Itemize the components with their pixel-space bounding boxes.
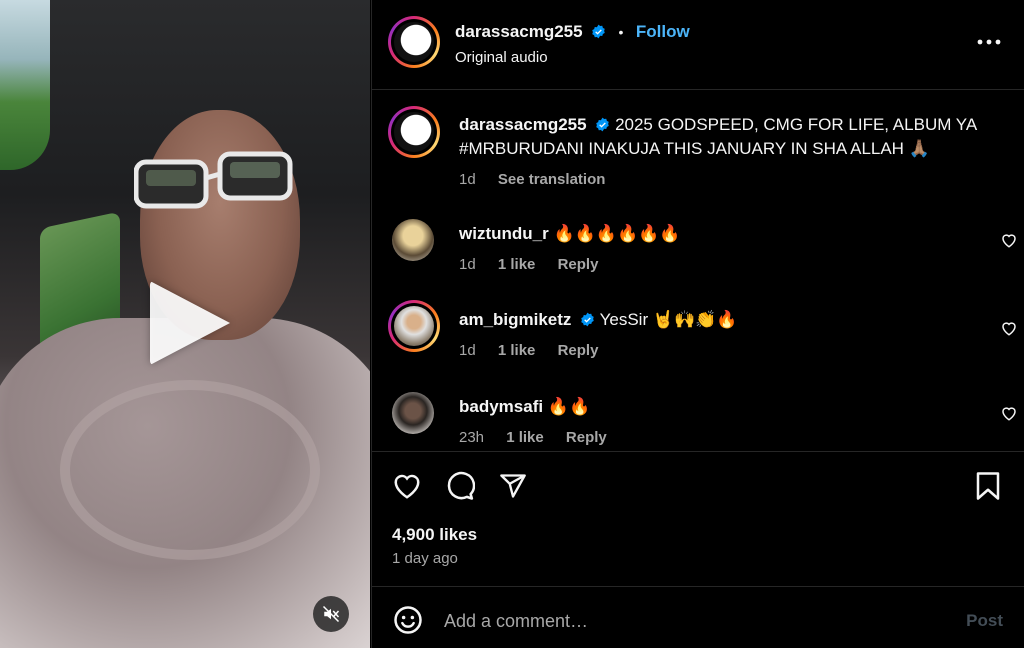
comment-time: 1d: [459, 342, 476, 359]
play-icon[interactable]: [150, 281, 230, 365]
heart-icon: [394, 474, 420, 499]
header-separator: •: [618, 24, 624, 40]
reply-button[interactable]: Reply: [558, 342, 599, 359]
likes-count[interactable]: 4,900 likes: [392, 525, 477, 545]
verified-badge-icon: [596, 117, 610, 132]
video-player[interactable]: [0, 0, 370, 648]
follow-button[interactable]: Follow: [636, 22, 690, 41]
comment-time: 1d: [459, 256, 476, 273]
caption-avatar[interactable]: [388, 106, 440, 158]
shirt-pattern: [60, 380, 320, 560]
reply-button[interactable]: Reply: [566, 429, 607, 446]
author-username[interactable]: darassacmg255: [455, 22, 583, 41]
comment-composer: Add a comment… Post: [372, 586, 1024, 648]
verified-badge-icon: [581, 312, 594, 327]
comment-avatar[interactable]: [392, 219, 434, 261]
verified-badge-icon: [592, 24, 605, 39]
caption-username[interactable]: darassacmg255: [459, 115, 587, 134]
sunglasses: [134, 151, 293, 209]
comment-time: 23h: [459, 429, 485, 446]
mute-icon: [322, 605, 340, 623]
comment-text: 🔥🔥: [547, 397, 591, 416]
comment-username[interactable]: badymsafi: [459, 397, 543, 416]
mute-button[interactable]: [313, 596, 349, 632]
share-button[interactable]: [496, 469, 530, 503]
more-horizontal-icon[interactable]: [977, 37, 1001, 47]
reply-button[interactable]: Reply: [558, 256, 599, 273]
save-button[interactable]: [971, 469, 1005, 503]
post-actions: 4,900 likes 1 day ago: [372, 451, 1024, 585]
comment-username[interactable]: wiztundu_r: [459, 224, 549, 243]
like-comment-heart-icon[interactable]: [1000, 319, 1018, 337]
comment-likes[interactable]: 1 like: [498, 256, 536, 273]
author-row: darassacmg255 • Follow: [455, 22, 690, 42]
see-translation-link[interactable]: See translation: [498, 171, 606, 188]
original-audio-link[interactable]: Original audio: [455, 49, 548, 66]
comment-likes[interactable]: 1 like: [498, 342, 536, 359]
comment-button[interactable]: [443, 469, 477, 503]
author-avatar[interactable]: [388, 16, 440, 68]
caption-time: 1d: [459, 171, 476, 188]
comment-input[interactable]: Add a comment…: [444, 611, 588, 632]
comment-likes[interactable]: 1 like: [506, 429, 544, 446]
post-header: darassacmg255 • Follow Original audio: [372, 0, 1024, 90]
share-icon: [500, 474, 526, 498]
like-comment-heart-icon[interactable]: [1000, 231, 1018, 249]
comment-avatar[interactable]: [388, 300, 440, 352]
comments-scroll-area[interactable]: darassacmg255 2025 GODSPEED, CMG FOR LIF…: [372, 91, 1024, 451]
post-panel: darassacmg255 • Follow Original audio da…: [371, 0, 1024, 648]
comment-text: YesSir 🤘🙌👏🔥: [599, 310, 738, 329]
bookmark-icon: [976, 472, 1000, 500]
like-button[interactable]: [390, 469, 424, 503]
post-timestamp[interactable]: 1 day ago: [392, 550, 458, 567]
comment-username[interactable]: am_bigmiketz: [459, 310, 571, 329]
post-comment-button[interactable]: Post: [966, 611, 1003, 631]
comment-icon: [447, 471, 475, 500]
emoji-icon[interactable]: [393, 605, 423, 635]
like-comment-heart-icon[interactable]: [1000, 404, 1018, 422]
car-window: [0, 0, 50, 170]
comment-text: 🔥🔥🔥🔥🔥🔥: [553, 224, 681, 243]
comment-avatar[interactable]: [392, 392, 434, 434]
